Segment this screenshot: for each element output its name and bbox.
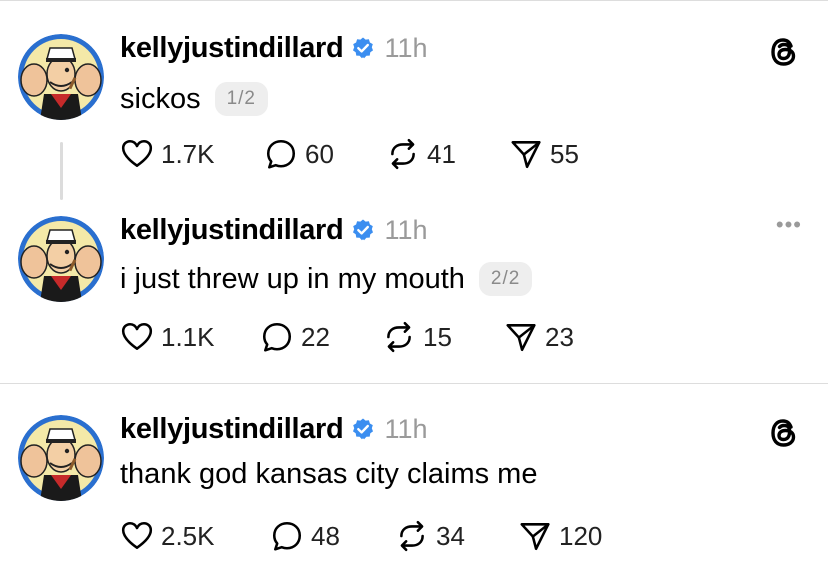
- avatar[interactable]: [18, 216, 104, 302]
- repost-icon: [395, 519, 429, 553]
- verified-badge-icon: [351, 36, 375, 60]
- reply-count: 22: [301, 321, 330, 352]
- reply-button[interactable]: 22: [260, 319, 330, 355]
- more-options-glyph: •••: [775, 212, 802, 237]
- share-count: 55: [550, 138, 579, 169]
- share-count: 23: [545, 321, 574, 352]
- reply-button[interactable]: 60: [264, 136, 334, 172]
- reply-icon: [270, 519, 304, 553]
- repost-button[interactable]: 15: [382, 319, 452, 355]
- username[interactable]: kellyjustindillard: [120, 413, 344, 446]
- verified-badge-icon: [351, 417, 375, 441]
- heart-icon: [120, 320, 154, 354]
- post-text-row: sickos 1/2: [120, 82, 268, 116]
- reply-icon: [264, 137, 298, 171]
- verified-badge-icon: [351, 218, 375, 242]
- thread-position-badge: 1/2: [214, 82, 268, 116]
- post-text-row: i just threw up in my mouth 2/2: [120, 262, 533, 296]
- share-button[interactable]: 55: [509, 136, 579, 172]
- repost-icon: [386, 137, 420, 171]
- threads-logo-icon[interactable]: [764, 32, 804, 77]
- post-header: kellyjustindillard 11h: [120, 212, 428, 248]
- like-count: 1.7K: [161, 138, 215, 169]
- reply-count: 48: [311, 520, 340, 551]
- post-text: sickos: [120, 82, 201, 115]
- more-options-icon[interactable]: •••: [776, 212, 802, 238]
- avatar[interactable]: [18, 34, 104, 120]
- heart-icon: [120, 519, 154, 553]
- popeye-avatar-image: [18, 34, 104, 120]
- reply-button[interactable]: 48: [270, 518, 340, 554]
- repost-button[interactable]: 34: [395, 518, 465, 554]
- share-icon: [509, 137, 543, 171]
- username[interactable]: kellyjustindillard: [120, 214, 344, 247]
- post-text: thank god kansas city claims me: [120, 458, 538, 490]
- username[interactable]: kellyjustindillard: [120, 32, 344, 65]
- threads-logo-icon[interactable]: [764, 413, 804, 458]
- post-header: kellyjustindillard 11h: [120, 30, 428, 66]
- repost-icon: [382, 320, 416, 354]
- repost-count: 41: [427, 138, 456, 169]
- thread-position-badge: 2/2: [478, 262, 533, 296]
- like-button[interactable]: 1.7K: [120, 136, 215, 172]
- like-count: 2.5K: [161, 520, 215, 551]
- post-header: kellyjustindillard 11h: [120, 411, 428, 447]
- post-text: i just threw up in my mouth: [120, 262, 465, 295]
- reply-count: 60: [305, 138, 334, 169]
- like-count: 1.1K: [161, 321, 215, 352]
- repost-button[interactable]: 41: [386, 136, 456, 172]
- share-button[interactable]: 23: [504, 319, 574, 355]
- post-time: 11h: [384, 413, 428, 444]
- share-icon: [504, 320, 538, 354]
- share-count: 120: [559, 520, 603, 551]
- top-divider: [0, 0, 828, 1]
- avatar[interactable]: [18, 415, 104, 501]
- like-button[interactable]: 2.5K: [120, 518, 215, 554]
- like-button[interactable]: 1.1K: [120, 319, 215, 355]
- reply-icon: [260, 320, 294, 354]
- share-icon: [518, 519, 552, 553]
- heart-icon: [120, 137, 154, 171]
- post-divider: [0, 383, 828, 384]
- post-text-row: thank god kansas city claims me: [120, 458, 537, 491]
- popeye-avatar-image: [18, 216, 104, 302]
- post-time: 11h: [384, 32, 428, 63]
- popeye-avatar-image: [18, 415, 104, 501]
- share-button[interactable]: 120: [518, 518, 602, 554]
- post-time: 11h: [384, 214, 428, 245]
- repost-count: 34: [436, 520, 465, 551]
- repost-count: 15: [423, 321, 452, 352]
- thread-connector-line: [60, 142, 63, 200]
